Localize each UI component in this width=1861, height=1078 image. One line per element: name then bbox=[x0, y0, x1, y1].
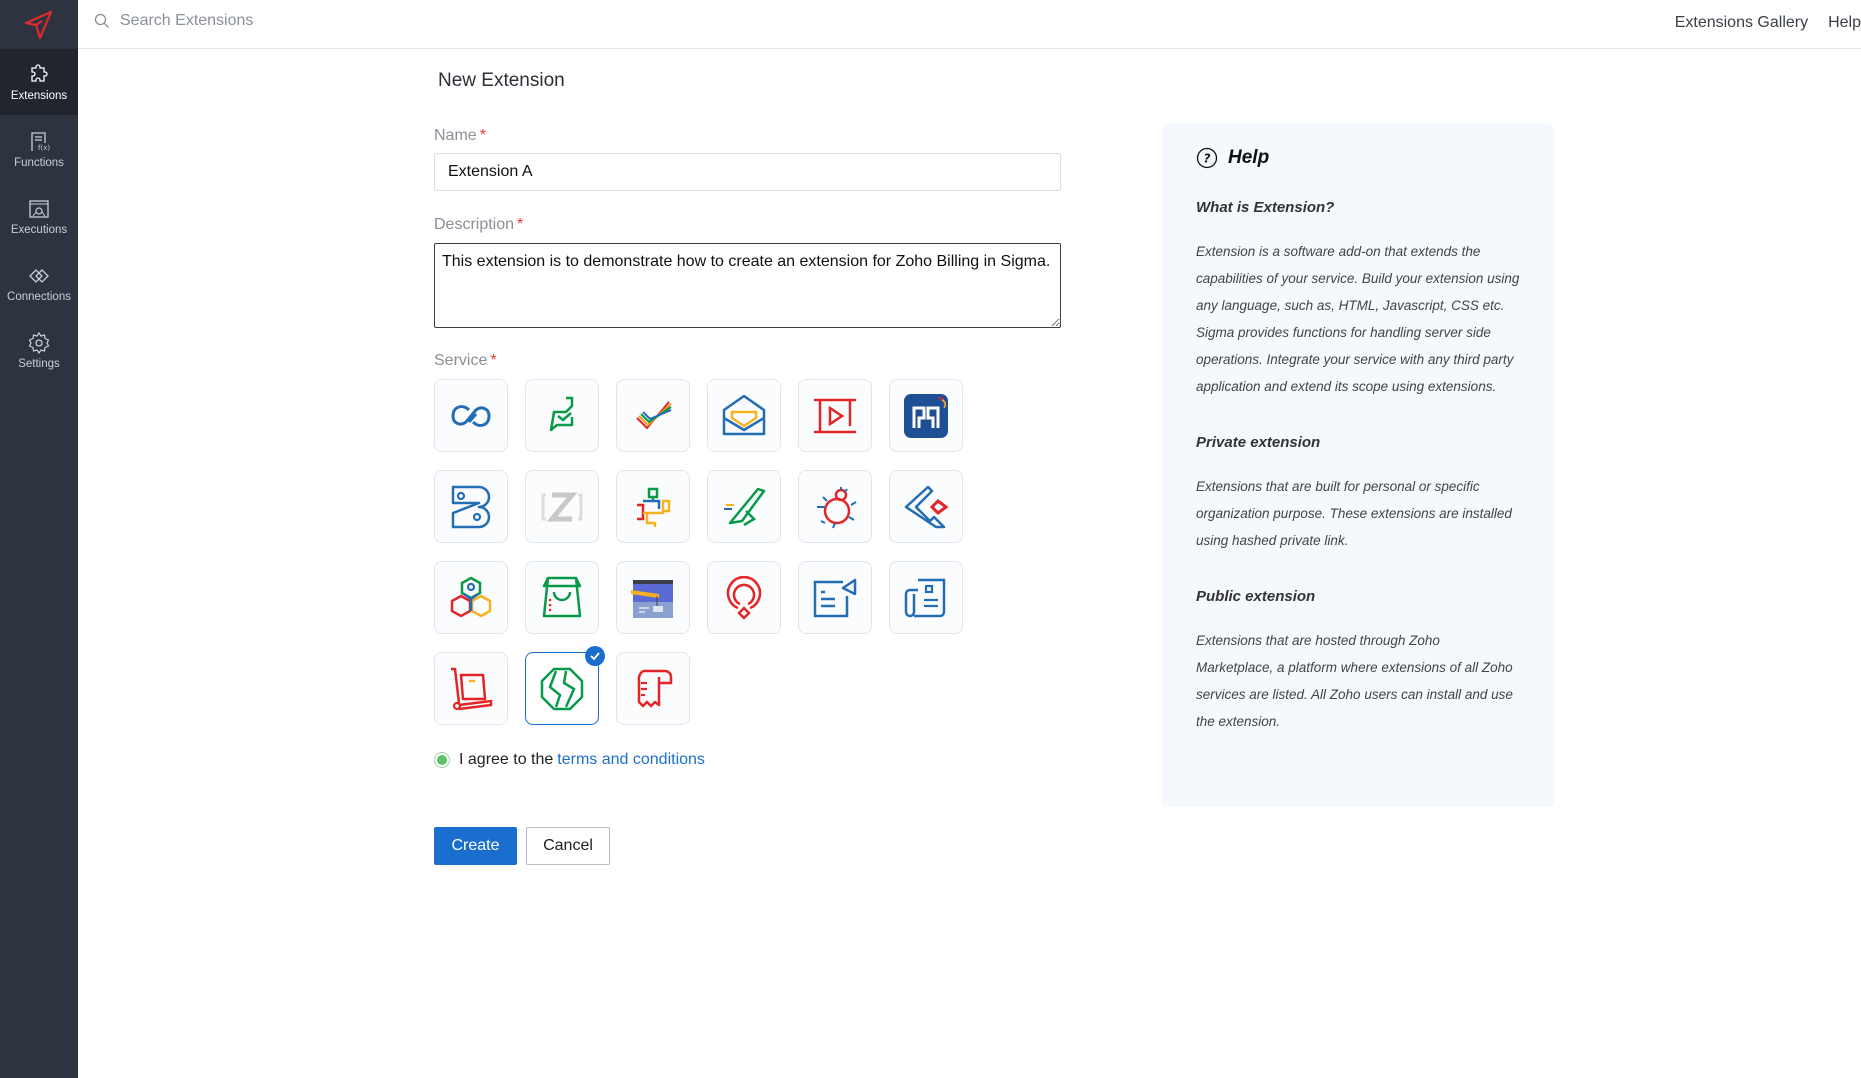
books-newspaper-icon bbox=[904, 578, 946, 617]
sidebar-item-label: Settings bbox=[18, 357, 60, 370]
sidebar-item-label: Executions bbox=[10, 223, 68, 236]
puzzle-icon bbox=[31, 63, 48, 82]
svg-text:f(x): f(x) bbox=[38, 144, 50, 152]
service-tile-zoho-flow[interactable] bbox=[616, 470, 690, 543]
service-tile-zoho-invoice[interactable] bbox=[616, 652, 690, 725]
help-panel: ? Help What is Extension? Extension is a… bbox=[1162, 123, 1554, 807]
service-tile-zoho-projects[interactable] bbox=[616, 379, 690, 452]
sidebar: Extensions f(x) Functions Executions Con… bbox=[0, 0, 78, 1078]
service-tile-zoho-people[interactable] bbox=[434, 561, 508, 634]
cancel-button[interactable]: Cancel bbox=[526, 827, 610, 865]
crm-infinity-icon bbox=[451, 404, 491, 427]
description-label: Description * bbox=[434, 216, 523, 234]
required-mark: * bbox=[517, 216, 524, 233]
sidebar-item-extensions[interactable]: Extensions bbox=[0, 49, 78, 115]
service-tile-zoho-campaigns[interactable] bbox=[798, 561, 872, 634]
inventory-trolley-icon bbox=[451, 667, 493, 710]
radio-dot bbox=[437, 755, 447, 765]
function-icon: f(x) bbox=[31, 131, 50, 152]
people-hexagon-icon bbox=[450, 576, 492, 617]
service-tile-zoho-pagesense[interactable] bbox=[707, 561, 781, 634]
sidebar-item-label: Functions bbox=[14, 156, 64, 169]
search-box bbox=[94, 12, 520, 30]
sigma-logo[interactable] bbox=[0, 0, 78, 49]
service-tile-zoho-sign[interactable] bbox=[889, 470, 963, 543]
service-label-text: Service bbox=[434, 352, 488, 369]
agree-text: I agree to the bbox=[459, 751, 554, 768]
gear-icon bbox=[28, 331, 50, 354]
invoice-receipt-icon bbox=[637, 669, 673, 707]
description-field[interactable]: This extension is to demonstrate how to … bbox=[434, 243, 1061, 328]
show-play-icon bbox=[814, 398, 856, 433]
description-label-text: Description bbox=[434, 216, 515, 233]
service-tile-zoho-books[interactable] bbox=[889, 561, 963, 634]
executions-icon bbox=[29, 199, 49, 218]
name-field[interactable] bbox=[434, 153, 1061, 191]
service-tile-zoho-commerce[interactable] bbox=[525, 561, 599, 634]
help-title: ? Help bbox=[1196, 147, 1520, 169]
sidebar-item-functions[interactable]: f(x) Functions bbox=[0, 116, 78, 182]
terms-link[interactable]: terms and conditions bbox=[557, 751, 705, 769]
question-circle-icon: ? bbox=[1196, 147, 1218, 169]
sidebar-item-connections[interactable]: Connections bbox=[0, 250, 78, 316]
service-tile-zoho-expense[interactable] bbox=[707, 470, 781, 543]
campaigns-icon bbox=[813, 578, 857, 617]
service-label: Service * bbox=[434, 352, 497, 370]
sites-window-icon bbox=[631, 579, 673, 618]
required-mark: * bbox=[479, 127, 486, 144]
name-label: Name * bbox=[434, 127, 486, 145]
service-tile-zoho-show[interactable] bbox=[798, 379, 872, 452]
sigma-logo-icon bbox=[24, 10, 53, 39]
help-link[interactable]: Help bbox=[1828, 14, 1861, 32]
help-heading: Public extension bbox=[1196, 588, 1316, 605]
help-title-text: Help bbox=[1228, 147, 1270, 168]
sidebar-item-label: Connections bbox=[7, 290, 71, 303]
search-icon bbox=[94, 13, 109, 28]
service-tile-zoho-bugtracker[interactable] bbox=[798, 470, 872, 543]
service-tile-zoho-generic[interactable] bbox=[525, 470, 599, 543]
billing-globe-icon bbox=[540, 667, 584, 710]
service-tile-zoho-billing[interactable] bbox=[525, 646, 605, 725]
sidebar-item-executions[interactable]: Executions bbox=[0, 183, 78, 249]
bookings-icon bbox=[451, 485, 491, 528]
commerce-bag-icon bbox=[542, 576, 582, 617]
service-tile-zoho-crm[interactable] bbox=[434, 379, 508, 452]
top-bar: Extensions Gallery Help bbox=[78, 0, 1861, 49]
search-input[interactable] bbox=[120, 12, 520, 30]
help-heading: What is Extension? bbox=[1196, 199, 1335, 216]
service-tile-zoho-sites[interactable] bbox=[616, 561, 690, 634]
z-bracket-icon bbox=[541, 492, 583, 521]
desk-chat-check-icon bbox=[549, 396, 574, 431]
name-label-text: Name bbox=[434, 127, 477, 144]
connections-icon bbox=[29, 268, 49, 283]
bug-icon bbox=[817, 486, 857, 528]
help-heading: Private extension bbox=[1196, 434, 1321, 451]
service-tile-zoho-sprints[interactable] bbox=[889, 379, 963, 452]
sidebar-item-label: Extensions bbox=[10, 89, 68, 102]
help-body: Extension is a software add-on that exte… bbox=[1196, 244, 1520, 394]
flow-puzzle-icon bbox=[637, 487, 671, 527]
help-body: Extensions that are built for personal o… bbox=[1196, 479, 1512, 548]
help-body: Extensions that are hosted through Zoho … bbox=[1196, 633, 1513, 729]
create-button[interactable]: Create bbox=[434, 827, 517, 865]
sidebar-item-settings[interactable]: Settings bbox=[0, 317, 78, 383]
top-links: Extensions Gallery Help bbox=[1675, 14, 1861, 32]
page-title: New Extension bbox=[438, 70, 565, 91]
extensions-gallery-link[interactable]: Extensions Gallery bbox=[1675, 14, 1808, 32]
service-tile-zoho-bookings[interactable] bbox=[434, 470, 508, 543]
sign-diamond-icon bbox=[904, 485, 949, 528]
agree-terms: I agree to the terms and conditions bbox=[434, 751, 705, 769]
selected-check-icon bbox=[585, 646, 605, 666]
sprints-app-icon bbox=[904, 393, 948, 438]
expense-plane-icon bbox=[724, 487, 766, 526]
service-tile-zoho-desk[interactable] bbox=[525, 379, 599, 452]
required-mark: * bbox=[490, 352, 497, 369]
mail-envelope-icon bbox=[722, 394, 766, 435]
service-tile-zoho-inventory[interactable] bbox=[434, 652, 508, 725]
agree-radio[interactable] bbox=[434, 752, 450, 768]
projects-check-icon bbox=[636, 400, 672, 429]
service-tile-zoho-mail[interactable] bbox=[707, 379, 781, 452]
pagesense-pin-icon bbox=[726, 575, 762, 620]
svg-text:?: ? bbox=[1204, 152, 1211, 166]
